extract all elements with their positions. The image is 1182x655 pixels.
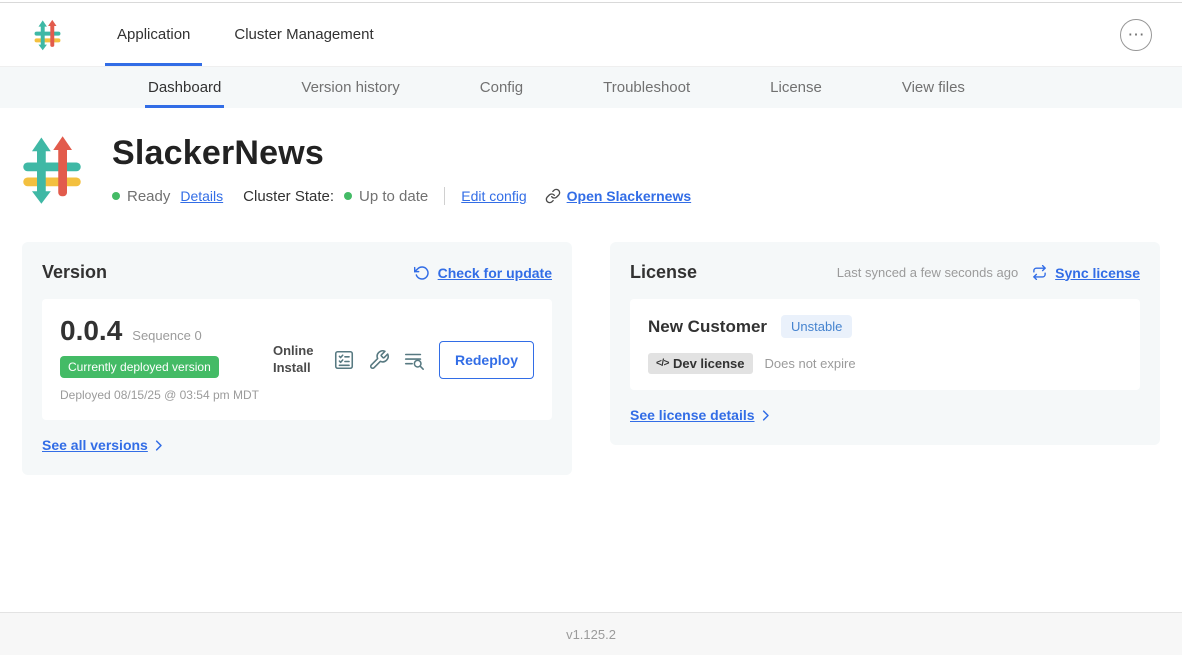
cluster-state-dot [344,192,352,200]
license-info-box: New Customer Unstable </> Dev license Do… [630,299,1140,390]
app-logo-icon [34,19,61,51]
subnav-item-license[interactable]: License [767,67,825,108]
sequence-label: Sequence 0 [132,328,201,343]
license-type-label: Dev license [673,356,745,371]
version-card-title: Version [42,262,107,283]
subnav-item-dashboard[interactable]: Dashboard [145,67,224,108]
tab-cluster-management[interactable]: Cluster Management [222,3,385,66]
vertical-divider [444,187,445,205]
footer: v1.125.2 [0,612,1182,655]
deployed-badge: Currently deployed version [60,356,219,378]
sync-icon [1032,265,1047,280]
slackernews-logo-icon [34,19,61,51]
see-license-details-label: See license details [630,407,755,423]
channel-badge: Unstable [781,315,852,338]
see-all-versions-label: See all versions [42,437,148,453]
version-action-icons [333,349,425,371]
subnav-item-troubleshoot[interactable]: Troubleshoot [600,67,693,108]
hero-text: SlackerNews Ready Details Cluster State:… [112,134,691,205]
see-license-details-link[interactable]: See license details [630,407,773,423]
subnav-item-config[interactable]: Config [477,67,526,108]
check-for-update[interactable]: Check for update [414,265,552,281]
chevron-right-icon [151,438,166,453]
license-card-header: License Last synced a few seconds ago Sy… [630,262,1140,283]
top-header: Application Cluster Management ⋯ [0,3,1182,67]
app-icon [22,134,82,206]
cluster-state-label: Cluster State: [243,188,334,205]
status-row: Ready Details Cluster State: Up to date … [112,187,691,205]
license-type-badge: </> Dev license [648,353,753,374]
subnav-config-label: Config [480,79,523,96]
app-hero: SlackerNews Ready Details Cluster State:… [22,134,1160,206]
more-options-button[interactable]: ⋯ [1120,19,1152,51]
console-version: v1.125.2 [566,627,616,642]
current-version-box: 0.0.4 Sequence 0 Currently deployed vers… [42,299,552,420]
sync-license-link[interactable]: Sync license [1055,265,1140,281]
external-link-icon [545,188,561,204]
config-values-icon[interactable] [368,349,390,371]
check-for-update-label: Check for update [438,265,552,281]
subnav-dashboard-label: Dashboard [148,79,221,96]
deploy-logs-icon[interactable] [403,349,425,371]
see-all-versions-link[interactable]: See all versions [42,437,166,453]
open-app-link-label: Open Slackernews [567,188,692,204]
subnav-version-history-label: Version history [301,79,399,96]
redeploy-button[interactable]: Redeploy [439,341,534,379]
open-app-link[interactable]: Open Slackernews [545,188,692,204]
cluster-state-value: Up to date [359,188,428,205]
details-link[interactable]: Details [180,188,223,204]
license-card-title: License [630,262,697,283]
dashboard-cards: Version Check for update 0.0.4 Sequ [22,242,1160,475]
app-status-label: Ready [127,188,170,205]
license-sync-area: Last synced a few seconds ago Sync licen… [837,265,1140,281]
release-notes-icon[interactable] [333,349,355,371]
version-actions: Online Install [273,341,534,379]
edit-config-link[interactable]: Edit config [461,188,526,204]
chevron-right-icon [758,408,773,423]
license-type-row: </> Dev license Does not expire [648,353,1122,374]
app-status-dot [112,192,120,200]
subnav-troubleshoot-label: Troubleshoot [603,79,690,96]
subnav-item-version-history[interactable]: Version history [298,67,402,108]
subnav-view-files-label: View files [902,79,965,96]
deployed-timestamp: Deployed 08/15/25 @ 03:54 pm MDT [60,387,259,404]
version-number: 0.0.4 [60,315,122,347]
last-synced-label: Last synced a few seconds ago [837,265,1018,280]
slackernews-logo-icon-large [22,134,82,206]
refresh-icon [414,265,430,281]
subnav-item-view-files[interactable]: View files [899,67,968,108]
tab-application-label: Application [117,26,190,43]
app-subnav: Dashboard Version history Config Trouble… [0,67,1182,108]
ellipsis-icon: ⋯ [1128,26,1145,43]
version-card: Version Check for update 0.0.4 Sequ [22,242,572,475]
license-customer-row: New Customer Unstable [648,315,1122,338]
tab-application[interactable]: Application [105,3,202,66]
main-content: SlackerNews Ready Details Cluster State:… [0,108,1182,612]
tab-cluster-management-label: Cluster Management [234,26,373,43]
header-tabs: Application Cluster Management [105,3,406,66]
subnav-license-label: License [770,79,822,96]
version-info: 0.0.4 Sequence 0 Currently deployed vers… [60,315,259,404]
license-expiration: Does not expire [765,356,856,371]
version-card-header: Version Check for update [42,262,552,283]
customer-name: New Customer [648,317,767,337]
install-type-label: Online Install [273,343,319,377]
code-icon: </> [656,358,669,369]
page-title: SlackerNews [112,134,691,173]
license-card: License Last synced a few seconds ago Sy… [610,242,1160,445]
